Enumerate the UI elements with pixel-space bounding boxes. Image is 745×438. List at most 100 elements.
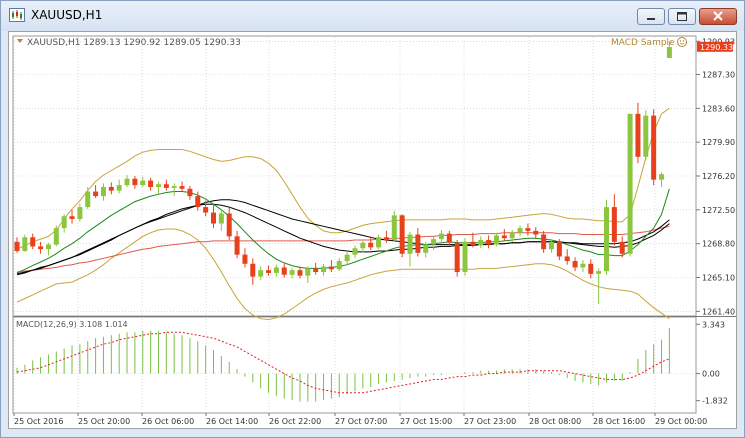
candle: [140, 176, 146, 187]
candle: [155, 181, 161, 195]
macd-indicator: [16, 327, 670, 402]
minimize-button[interactable]: [637, 8, 665, 25]
candle: [132, 176, 138, 189]
time-axis-label: 29 Oct 00:00: [655, 417, 707, 426]
candle: [273, 264, 279, 277]
candle: [116, 179, 122, 194]
candle: [179, 181, 185, 192]
candle: [493, 232, 499, 247]
time-axis-label: 26 Oct 22:00: [269, 417, 321, 426]
candle: [478, 236, 484, 249]
candle: [234, 230, 240, 259]
macd-axis-label: 3.343: [702, 320, 725, 329]
window-title: XAUUSD,H1: [31, 8, 103, 22]
minimize-icon: [647, 18, 655, 20]
candle: [360, 240, 366, 253]
price-axis-label: 1272.50: [702, 206, 735, 215]
grid: [13, 37, 695, 412]
candle: [383, 230, 389, 243]
expert-advisor-label: MACD Sample: [611, 38, 675, 48]
price-axis-label: 1283.60: [702, 104, 735, 113]
candle: [171, 183, 177, 197]
candle: [313, 262, 319, 275]
maximize-button[interactable]: [668, 8, 696, 25]
candle: [525, 223, 531, 236]
price-axis-label: 1276.20: [702, 172, 735, 181]
chart-area[interactable]: 1290.931287.301283.601279.901276.201272.…: [8, 31, 737, 429]
candle: [446, 230, 452, 246]
candle: [611, 194, 617, 246]
ma-black-line: [16, 203, 670, 276]
candle: [124, 175, 130, 187]
time-axis[interactable]: 25 Oct 2016 25 Oct 20:00 26 Oct 06:00 26 Oc…: [13, 413, 707, 426]
candle: [643, 110, 649, 161]
candle: [336, 258, 342, 272]
time-axis-label: 26 Oct 14:00: [206, 417, 258, 426]
candle: [344, 250, 350, 265]
candle: [22, 234, 28, 252]
candle: [368, 236, 374, 251]
candle: [533, 227, 539, 240]
candle: [242, 248, 248, 268]
price-chart-canvas[interactable]: 1290.931287.301283.601279.901276.201272.…: [9, 32, 736, 428]
ma-black-slow-line: [16, 199, 670, 275]
candle: [454, 240, 460, 277]
time-axis-label: 25 Oct 2016: [14, 417, 63, 426]
candle: [604, 199, 609, 275]
time-axis-label: 27 Oct 07:00: [335, 417, 387, 426]
candle: [250, 258, 256, 285]
candle: [85, 186, 91, 209]
price-axis[interactable]: 1290.931287.301283.601279.901276.201272.…: [696, 37, 735, 316]
candle: [218, 208, 224, 231]
candle: [45, 242, 51, 256]
candle: [108, 182, 114, 195]
price-axis-label: 1261.40: [702, 307, 735, 316]
candle: [659, 172, 665, 187]
candle: [627, 113, 633, 257]
candle: [548, 239, 554, 253]
price-axis-label: 1268.80: [702, 240, 735, 249]
time-axis-label: 25 Oct 20:00: [78, 417, 130, 426]
candle: [53, 225, 59, 247]
candle: [556, 239, 562, 261]
macd-axis-label: -1.832: [702, 397, 728, 406]
candle: [517, 225, 523, 237]
macd-signal-line: [16, 331, 670, 394]
candle: [486, 235, 492, 249]
candle: [61, 214, 67, 233]
candle: [100, 183, 106, 201]
candle: [328, 260, 334, 273]
candle: [376, 234, 382, 250]
candle: [297, 266, 303, 279]
candle: [281, 263, 287, 278]
candle: [407, 231, 413, 267]
candle: [438, 229, 444, 244]
candle: [148, 177, 154, 191]
bollinger-bands: [16, 107, 670, 321]
macd-axis: 3.343 0.00 -1.832: [696, 320, 728, 406]
close-icon: [713, 11, 723, 21]
candle: [431, 236, 437, 251]
price-axis-label: 1279.90: [702, 138, 735, 147]
candle: [211, 205, 216, 229]
candle: [391, 210, 397, 242]
macd-label: MACD(12,26,9) 3.108 1.014: [16, 320, 128, 329]
candle: [30, 233, 36, 250]
candle: [501, 229, 507, 241]
candle: [226, 207, 232, 241]
close-button[interactable]: [699, 8, 737, 25]
candle: [462, 238, 468, 276]
candle: [321, 263, 327, 276]
candle: [305, 266, 311, 283]
time-axis-label: 27 Oct 15:00: [400, 417, 452, 426]
candle: [187, 186, 193, 200]
candle: [163, 179, 169, 191]
smiley-icon[interactable]: [677, 37, 687, 47]
price-axis-label: 1265.10: [702, 274, 735, 283]
candle: [399, 214, 405, 258]
current-price-label: 1290.33: [700, 43, 733, 52]
candle: [572, 257, 578, 272]
macd-panel-frame: [12, 316, 697, 414]
window-titlebar[interactable]: XAUUSD,H1: [1, 1, 744, 31]
chart-window-icon: [9, 8, 25, 22]
